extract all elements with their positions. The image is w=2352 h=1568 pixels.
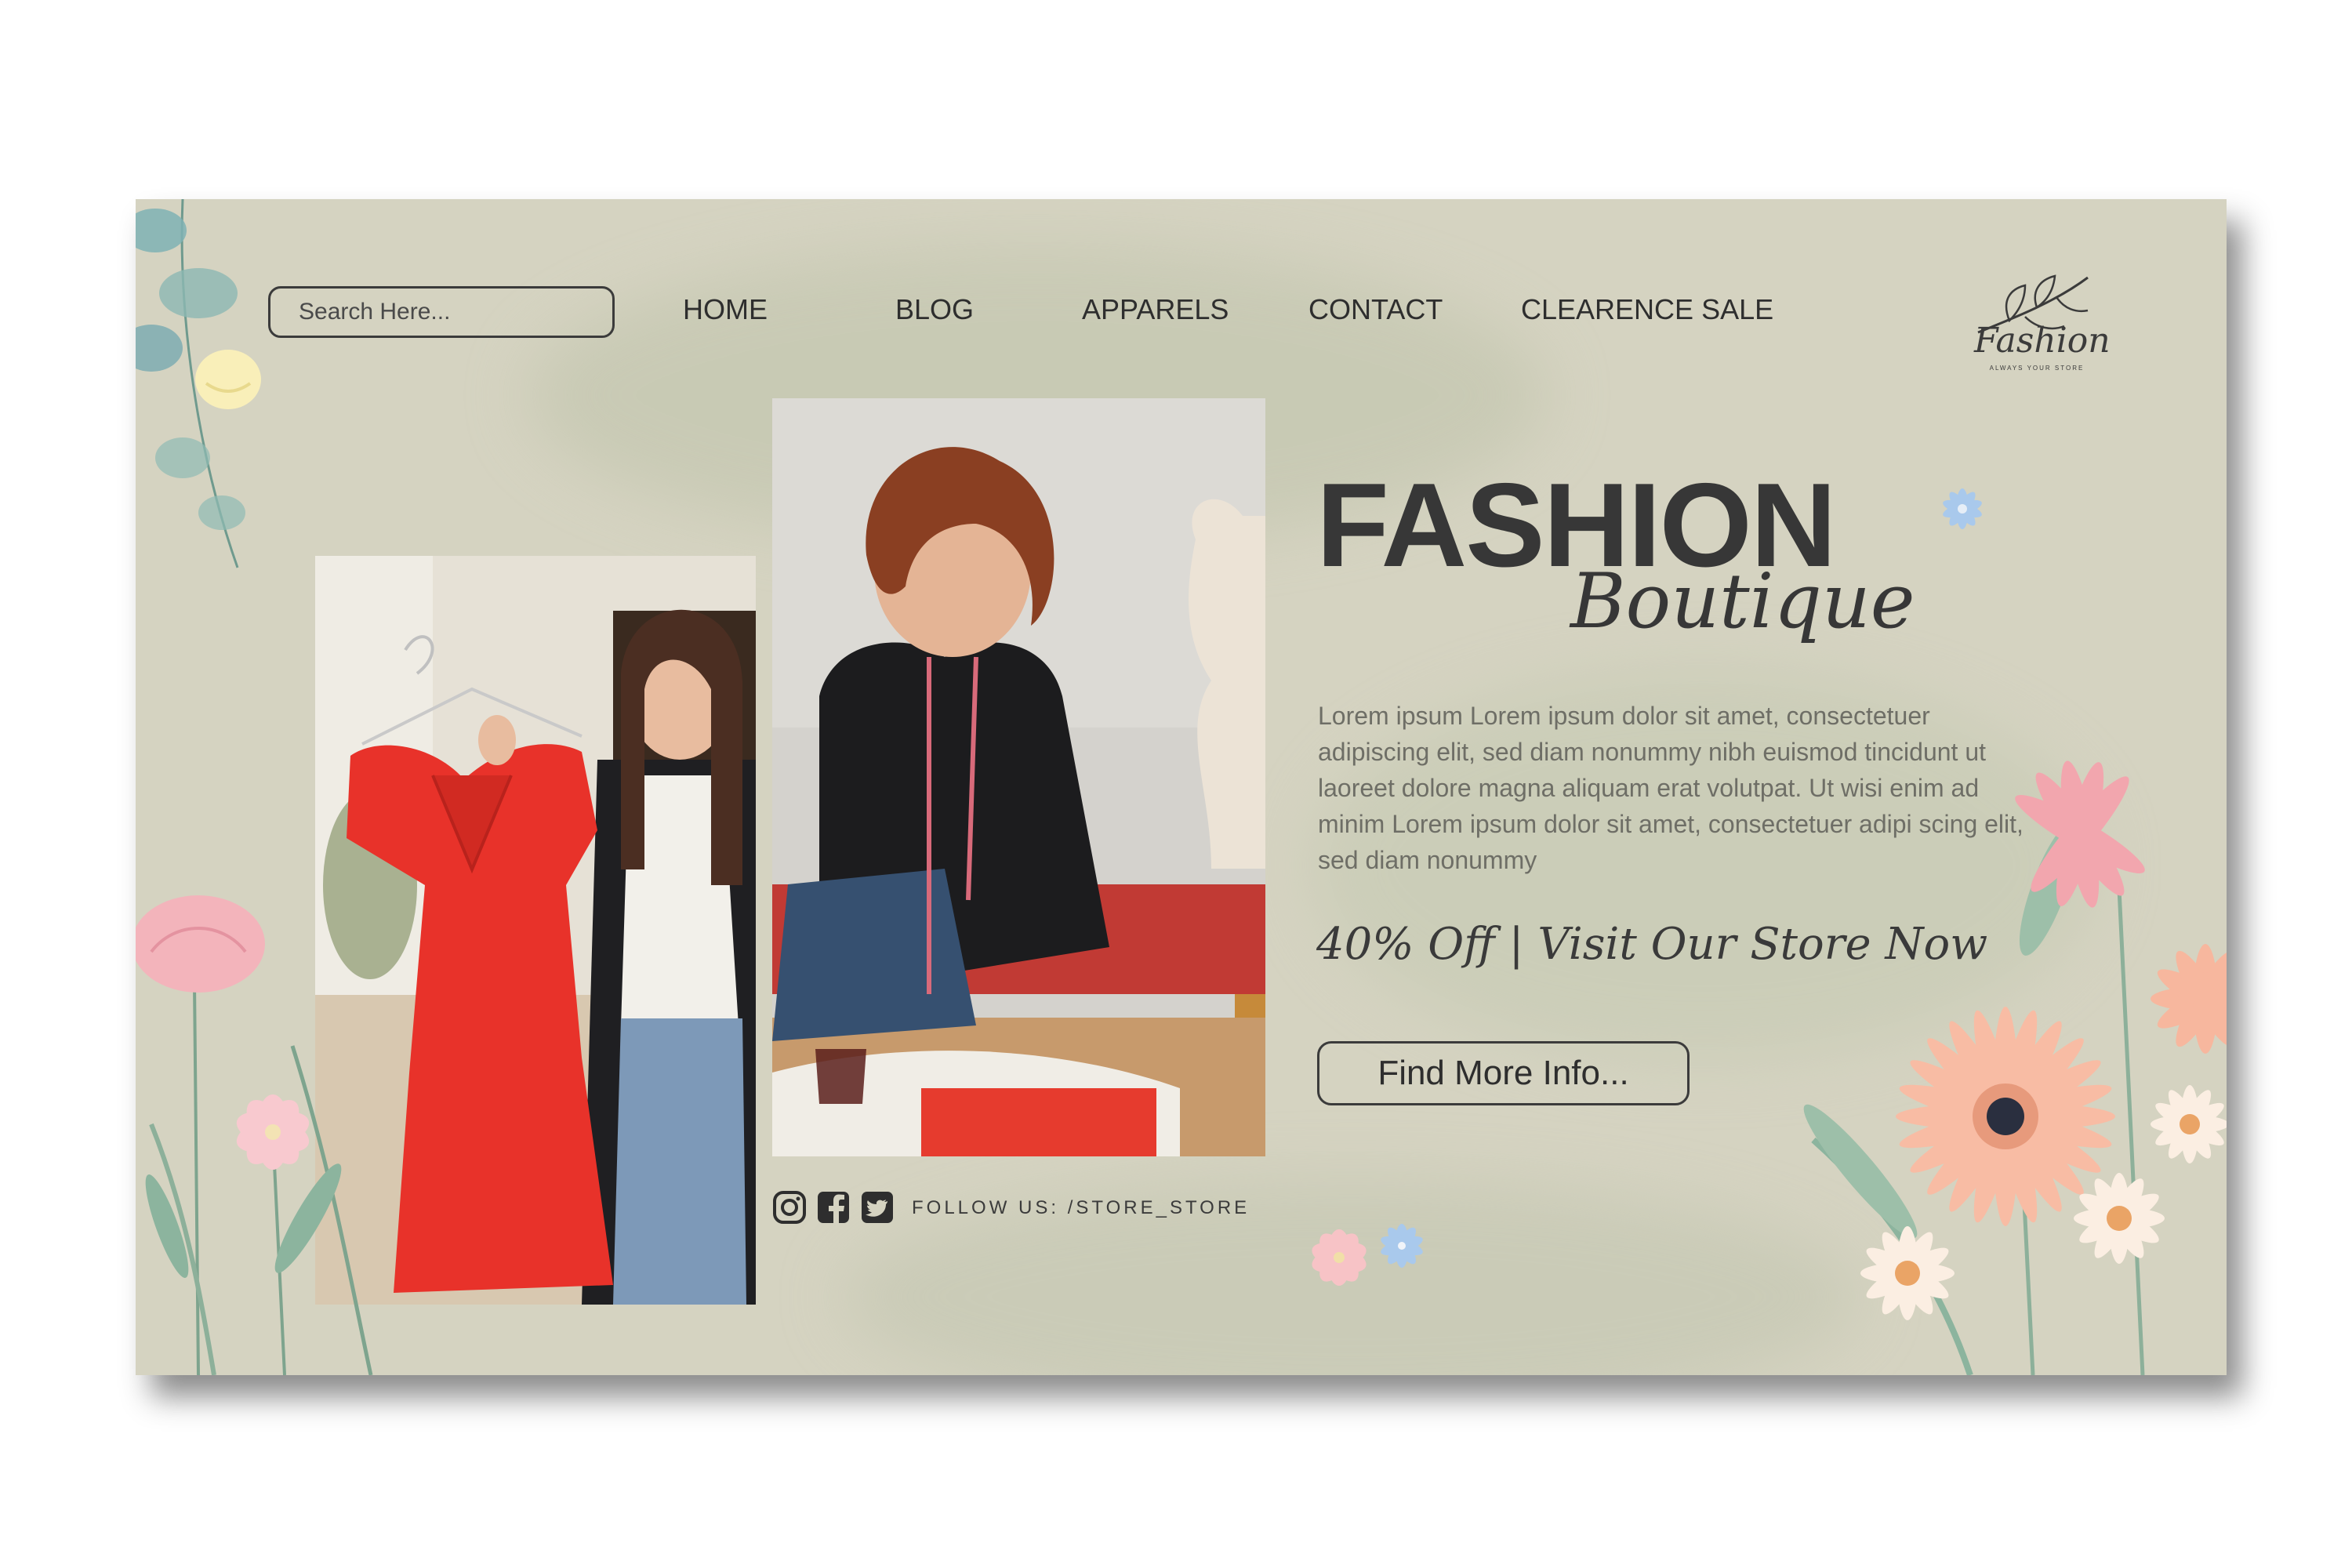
search-box[interactable] (268, 286, 615, 338)
hero-subtitle: Boutique (1570, 557, 1915, 645)
photo-curly-hair-designer (772, 398, 1265, 1156)
follow-us-text: FOLLOW US: /STORE_STORE (912, 1197, 1250, 1218)
small-flowers-decoration (1312, 1224, 1423, 1286)
find-more-info-button[interactable]: Find More Info... (1317, 1041, 1690, 1105)
search-input[interactable] (299, 289, 597, 336)
nav-blog[interactable]: BLOG (895, 293, 974, 326)
nav-clearance-sale[interactable]: CLEARENCE SALE (1521, 293, 1773, 326)
leaves-decoration-top-left (136, 199, 261, 568)
landing-page: HOME BLOG APPARELS CONTACT CLEARENCE SAL… (136, 199, 2227, 1375)
instagram-icon[interactable] (772, 1190, 807, 1225)
logo-tagline: ALWAYS YOUR STORE (1989, 365, 2085, 372)
twitter-icon[interactable] (860, 1190, 895, 1225)
facebook-icon[interactable] (816, 1190, 851, 1225)
flowers-decoration-bottom-right (1803, 760, 2227, 1375)
blue-flower-decoration (1943, 488, 1982, 529)
nav-home[interactable]: HOME (683, 293, 768, 326)
flowers-decoration-bottom-left (136, 895, 373, 1375)
nav-apparels[interactable]: APPARELS (1082, 293, 1229, 326)
logo-text: Fashion (1974, 321, 2111, 361)
nav-contact[interactable]: CONTACT (1308, 293, 1443, 326)
